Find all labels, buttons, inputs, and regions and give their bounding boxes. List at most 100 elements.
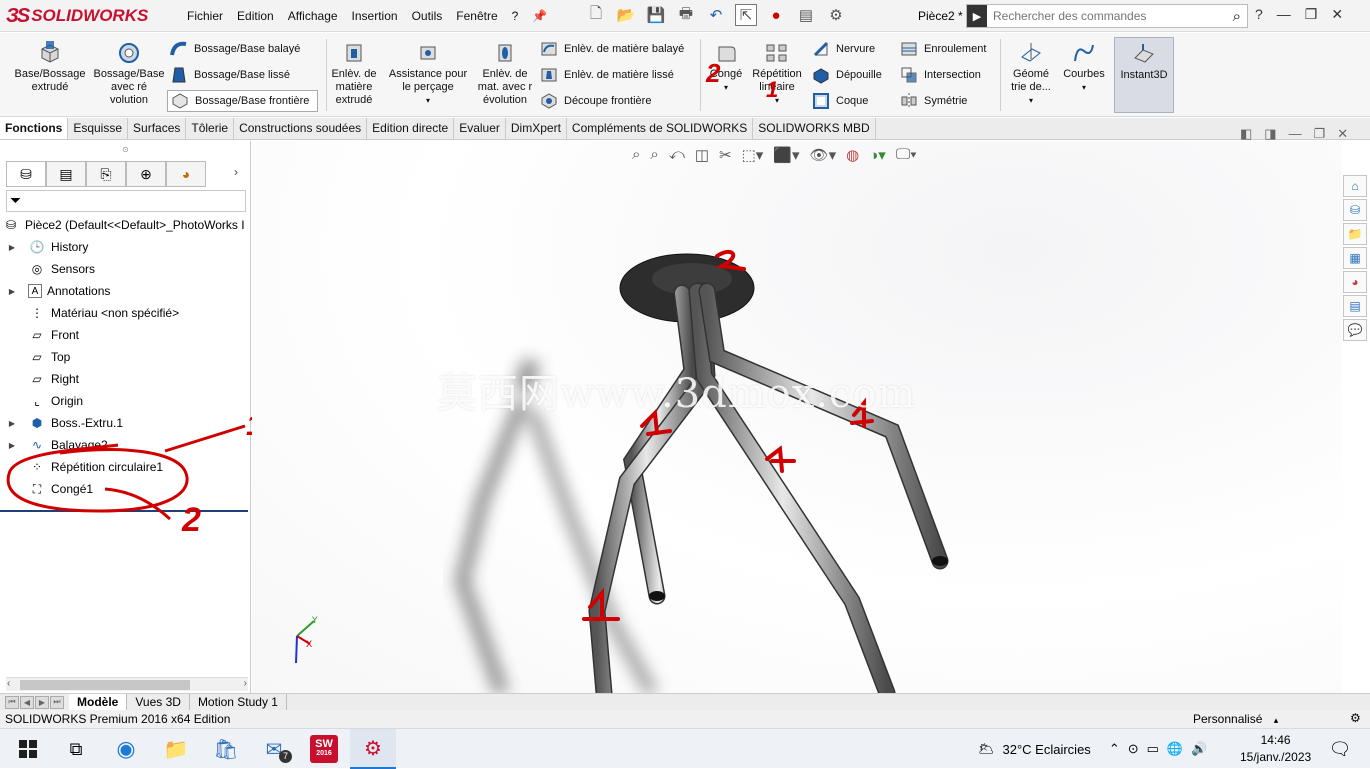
store-icon[interactable]: 🛍 bbox=[212, 735, 240, 763]
tree-item-origin[interactable]: ⌞ Origin bbox=[0, 390, 251, 412]
extruded-cut-button[interactable]: Enlèv. de matière extrudé bbox=[328, 41, 380, 107]
tooltip-icon[interactable]: ⚙ bbox=[1350, 711, 1361, 725]
instant3d-button[interactable]: Instant3D bbox=[1114, 37, 1174, 113]
notifications-icon[interactable]: 🗨 bbox=[1326, 735, 1354, 763]
tab-fonctions[interactable]: Fonctions bbox=[0, 118, 69, 139]
tab-surfaces[interactable]: Surfaces bbox=[128, 118, 187, 139]
panel-grip-icon[interactable]: ⊙ bbox=[122, 145, 129, 154]
restore-icon[interactable]: ❐ bbox=[1305, 6, 1318, 23]
prev-tab-icon[interactable]: ◀ bbox=[20, 695, 34, 709]
tile-right-icon[interactable]: ◨ bbox=[1264, 126, 1276, 142]
property-manager-tab-icon[interactable]: ▤ bbox=[46, 161, 86, 187]
scroll-thumb[interactable] bbox=[20, 680, 190, 690]
tile-left-icon[interactable]: ◧ bbox=[1240, 126, 1252, 142]
tree-item-right-plane[interactable]: ▱ Right bbox=[0, 368, 251, 390]
rebuild-icon[interactable]: ● bbox=[765, 4, 787, 26]
chevron-right-icon[interactable]: › bbox=[234, 165, 238, 179]
tab-edition-directe[interactable]: Edition directe bbox=[367, 118, 455, 139]
solidworks-active-window-icon[interactable]: ⚙ bbox=[350, 729, 396, 769]
command-search[interactable]: ▶ ⌕ bbox=[966, 4, 1248, 28]
design-library-icon[interactable]: ⛁ bbox=[1343, 199, 1367, 221]
tab-modele[interactable]: Modèle bbox=[69, 693, 128, 711]
clock[interactable]: 14:46 15/janv./2023 bbox=[1240, 732, 1311, 766]
meet-icon[interactable]: ⊙ bbox=[1128, 741, 1139, 757]
mirror-button[interactable]: Symétrie bbox=[900, 90, 967, 112]
custom-properties-icon[interactable]: ▤ bbox=[1343, 295, 1367, 317]
tree-filter[interactable]: ⏷ bbox=[6, 190, 246, 212]
boundary-boss-button[interactable]: Bossage/Base frontière bbox=[167, 90, 319, 112]
tab-tolerie[interactable]: Tôlerie bbox=[186, 118, 235, 139]
appearances-icon[interactable]: ◕ bbox=[1343, 271, 1367, 293]
pin-icon[interactable]: 📌 bbox=[525, 9, 554, 23]
tab-constructions-soudees[interactable]: Constructions soudées bbox=[234, 118, 368, 139]
menu-outils[interactable]: Outils bbox=[405, 9, 450, 23]
file-explorer-icon[interactable]: 📁 bbox=[1343, 223, 1367, 245]
tree-item-front-plane[interactable]: ▱ Front bbox=[0, 324, 251, 346]
tree-item-history[interactable]: ▶ 🕒 History bbox=[0, 236, 251, 258]
viewport-restore-icon[interactable]: ❐ bbox=[1314, 126, 1326, 142]
expand-arrow-icon[interactable]: ▶ bbox=[6, 287, 18, 296]
tree-root[interactable]: ⛁ Pièce2 (Default<<Default>_PhotoWorks I bbox=[0, 214, 251, 236]
draft-button[interactable]: Dépouille bbox=[812, 64, 882, 86]
extruded-boss-button[interactable]: Base/Bossage extrudé bbox=[12, 41, 88, 94]
scroll-left-icon[interactable]: ‹ bbox=[7, 678, 10, 689]
rib-button[interactable]: Nervure bbox=[812, 38, 875, 60]
viewport-close-icon[interactable]: ✕ bbox=[1337, 126, 1348, 142]
file-properties-icon[interactable]: ▤ bbox=[795, 4, 817, 26]
swept-cut-button[interactable]: Enlèv. de matière balayé bbox=[540, 38, 684, 60]
tab-dimxpert[interactable]: DimXpert bbox=[506, 118, 567, 139]
file-explorer-icon[interactable]: 📁 bbox=[162, 735, 190, 763]
revolved-cut-button[interactable]: Enlèv. de mat. avec r évolution bbox=[476, 41, 534, 107]
horizontal-scrollbar[interactable]: ‹ › bbox=[6, 677, 248, 691]
menu-edition[interactable]: Edition bbox=[230, 9, 281, 23]
tree-item-annotations[interactable]: ▶ A Annotations bbox=[0, 280, 251, 302]
select-arrow-icon[interactable]: ⇱ bbox=[735, 4, 757, 26]
undo-icon[interactable]: ↶ bbox=[705, 4, 727, 26]
hole-wizard-button[interactable]: Assistance pour le perçage ▾ bbox=[384, 41, 472, 107]
next-tab-icon[interactable]: ▶ bbox=[35, 695, 49, 709]
search-input[interactable] bbox=[987, 9, 1227, 23]
tree-item-material[interactable]: ⋮ Matériau <non spécifié> bbox=[0, 302, 251, 324]
reference-geometry-button[interactable]: Géomé trie de... ▾ bbox=[1006, 41, 1056, 107]
tab-esquisse[interactable]: Esquisse bbox=[68, 118, 129, 139]
solidworks-taskbar-icon[interactable]: SW 2016 bbox=[310, 735, 338, 763]
last-tab-icon[interactable]: ⏭ bbox=[50, 695, 64, 709]
expand-arrow-icon[interactable]: ▶ bbox=[6, 243, 18, 252]
tab-complements[interactable]: Compléments de SOLIDWORKS bbox=[567, 118, 754, 139]
menu-help[interactable]: ? bbox=[505, 9, 526, 23]
display-manager-tab-icon[interactable]: ◕ bbox=[166, 161, 206, 187]
menu-fichier[interactable]: Fichier bbox=[180, 9, 230, 23]
tab-vues-3d[interactable]: Vues 3D bbox=[127, 693, 190, 711]
feature-manager-tab-icon[interactable]: ⛁ bbox=[6, 161, 46, 187]
view-palette-icon[interactable]: ▦ bbox=[1343, 247, 1367, 269]
options-gear-icon[interactable]: ⚙ bbox=[825, 4, 847, 26]
boundary-cut-button[interactable]: Découpe frontière bbox=[540, 90, 651, 112]
print-icon[interactable]: 🖶 bbox=[675, 4, 697, 26]
wrap-button[interactable]: Enroulement bbox=[900, 38, 986, 60]
viewport-minimize-icon[interactable]: — bbox=[1289, 126, 1302, 142]
battery-icon[interactable]: ▭ bbox=[1147, 741, 1159, 757]
units-selector[interactable]: Personnalisé ▴ bbox=[1193, 712, 1278, 726]
open-icon[interactable]: 📂 bbox=[615, 4, 637, 26]
network-icon[interactable]: 🌐 bbox=[1167, 741, 1183, 757]
first-tab-icon[interactable]: ⏮ bbox=[5, 695, 19, 709]
graphics-area[interactable]: ⌕ ⌕ ⤺ ◫ ✂ ⬚▾ ⬛▾ 👁▾ ◍ ◑▾ 🖵▾ Y X 莫西网www.3d… bbox=[252, 141, 1342, 693]
close-icon[interactable]: ✕ bbox=[1331, 6, 1343, 23]
minimize-icon[interactable]: — bbox=[1277, 6, 1291, 23]
new-document-icon[interactable]: 🗋 bbox=[585, 4, 607, 26]
menu-insertion[interactable]: Insertion bbox=[345, 9, 405, 23]
shell-button[interactable]: Coque bbox=[812, 90, 868, 112]
edge-browser-icon[interactable]: ◉ bbox=[112, 735, 140, 763]
tree-item-sensors[interactable]: ◎ Sensors bbox=[0, 258, 251, 280]
tree-item-top-plane[interactable]: ▱ Top bbox=[0, 346, 251, 368]
solidworks-logo[interactable]: ЗS SOLIDWORKS bbox=[6, 0, 148, 32]
tab-motion-study[interactable]: Motion Study 1 bbox=[190, 693, 287, 711]
forum-icon[interactable]: 💬 bbox=[1343, 319, 1367, 341]
menu-fenetre[interactable]: Fenêtre bbox=[449, 9, 504, 23]
swept-boss-button[interactable]: Bossage/Base balayé bbox=[170, 38, 300, 60]
search-icon[interactable]: ⌕ bbox=[1227, 8, 1247, 25]
help-button[interactable]: ? bbox=[1255, 6, 1263, 23]
mail-icon[interactable]: ✉ 7 bbox=[260, 735, 292, 763]
intersect-button[interactable]: Intersection bbox=[900, 64, 981, 86]
lofted-cut-button[interactable]: Enlèv. de matière lissé bbox=[540, 64, 674, 86]
